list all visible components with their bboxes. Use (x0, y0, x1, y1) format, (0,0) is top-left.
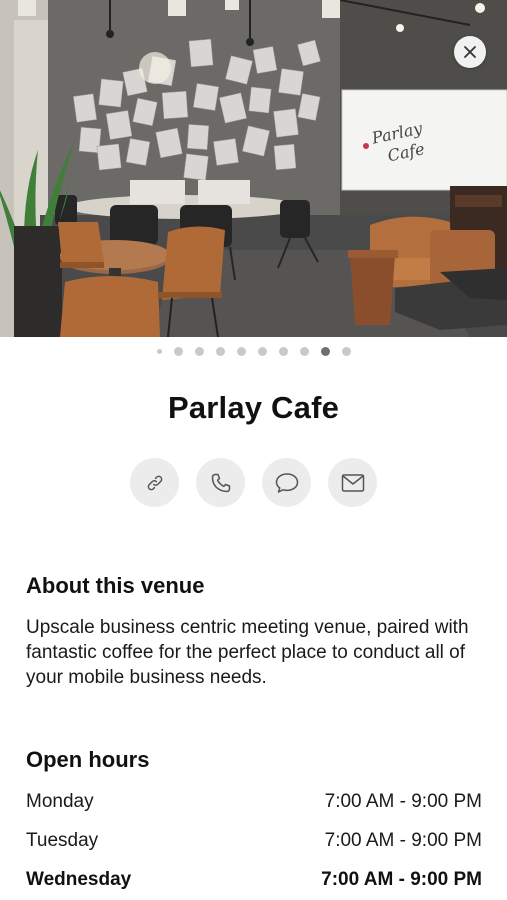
page-dot[interactable] (236, 346, 246, 356)
hours-time: 7:00 AM - 9:00 PM (324, 830, 482, 851)
phone-icon (211, 473, 230, 492)
venue-photo[interactable]: Parlay Cafe (0, 0, 507, 337)
page-dot[interactable] (299, 346, 309, 356)
about-heading: About this venue (26, 573, 205, 598)
page-dot[interactable] (278, 346, 288, 356)
hours-day: Monday (26, 791, 94, 812)
hours-row-wednesday: Wednesday 7:00 AM - 9:00 PM (26, 869, 482, 900)
page-dot[interactable] (194, 346, 204, 356)
hours-day: Wednesday (26, 869, 132, 890)
hours-row-tuesday: Tuesday 7:00 AM - 9:00 PM (26, 830, 482, 869)
venue-photo-illustration: Parlay Cafe (0, 0, 507, 337)
venue-title: Parlay Cafe (167, 390, 340, 425)
website-link-button[interactable] (130, 458, 179, 507)
message-icon (275, 472, 298, 493)
hours-time: 7:00 AM - 9:00 PM (321, 869, 482, 890)
email-button[interactable] (328, 458, 377, 507)
page-dot[interactable] (257, 346, 267, 356)
mail-icon (341, 473, 364, 492)
page-dot-active[interactable] (320, 346, 330, 356)
page-dot[interactable] (341, 346, 351, 356)
contact-actions (0, 458, 507, 507)
page-dot[interactable] (173, 346, 183, 356)
hours-time: 7:00 AM - 9:00 PM (324, 791, 482, 812)
call-button[interactable] (196, 458, 245, 507)
photo-pager[interactable] (0, 345, 507, 357)
hours-heading: Open hours (26, 747, 150, 772)
page-dot[interactable] (156, 348, 162, 354)
close-button[interactable] (454, 36, 486, 68)
about-description: Upscale business centric meeting venue, … (26, 617, 469, 688)
hours-list: Monday 7:00 AM - 9:00 PM Tuesday 7:00 AM… (26, 791, 482, 900)
page-dot[interactable] (215, 346, 225, 356)
message-button[interactable] (262, 458, 311, 507)
hours-day: Tuesday (26, 830, 99, 851)
hours-row-monday: Monday 7:00 AM - 9:00 PM (26, 791, 482, 830)
close-icon (464, 46, 476, 58)
link-icon (147, 475, 162, 490)
